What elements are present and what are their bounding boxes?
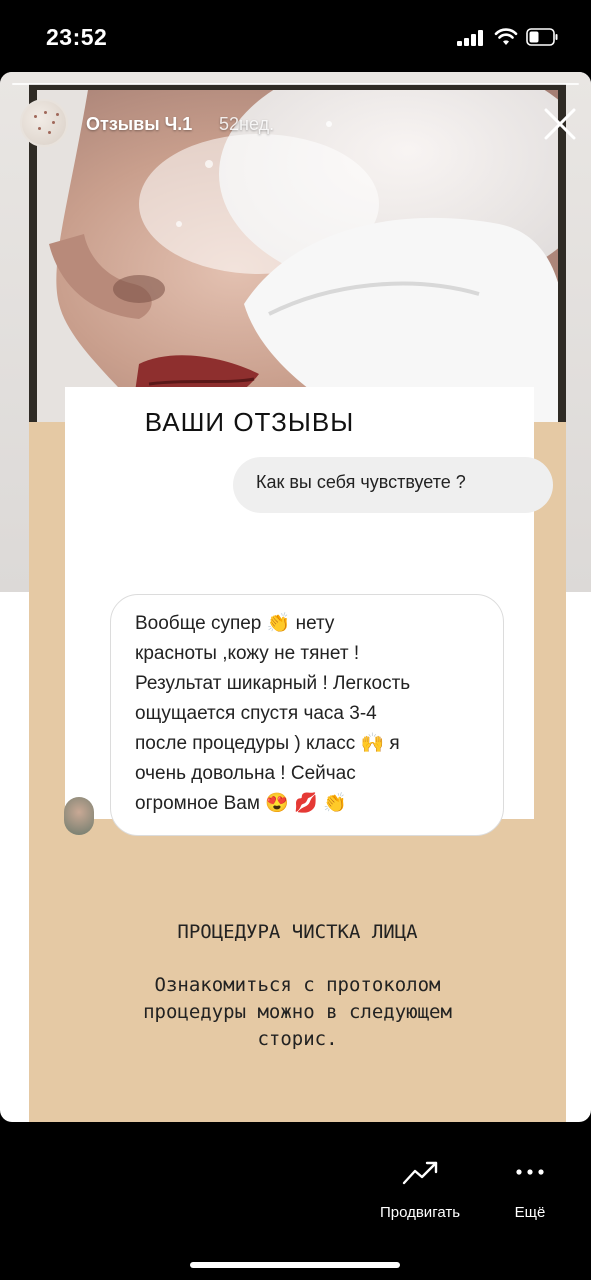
answer-line: красноты ,кожу не тянет ! [135,643,360,664]
more-label: Ещё [514,1204,546,1221]
profile-avatar[interactable] [20,99,68,147]
trend-up-icon [402,1161,438,1185]
wifi-icon [494,28,518,45]
story-progress-bar [12,83,579,85]
story-title[interactable]: Отзывы Ч.1 [86,114,192,135]
answer-line: после процедуры ) класс 🙌 я [135,733,400,754]
answer-line: Вообще супер 👏 нету [135,613,335,634]
reviewer-avatar [64,797,94,835]
answer-bubble: Вообще супер 👏 нету красноты ,кожу не тя… [110,594,504,836]
battery-icon [526,28,558,46]
answer-line: Результат шикарный ! Легкость [135,673,411,694]
story-toolbar: Продвигать Ещё [0,1122,591,1280]
signal-icon [457,30,485,46]
procedure-line: Ознакомиться с протоколом [154,974,441,996]
answer-line: огромное Вам 😍 💋 👏 [135,793,347,814]
close-icon[interactable] [540,104,580,144]
home-indicator[interactable] [190,1262,400,1268]
status-time: 23:52 [46,24,108,50]
procedure-title: ПРОЦЕДУРА ЧИСТКА ЛИЦА [177,921,418,943]
reviews-heading: ВАШИ ОТЗЫВЫ [144,407,355,437]
question-bubble: Как вы себя чувствуете ? [233,457,553,513]
procedure-line: процедуры можно в следующем [143,1001,452,1023]
answer-line: очень довольна ! Сейчас [135,763,356,784]
panel-title-wrap: ВАШИ ОТЗЫВЫ [65,407,534,438]
procedure-line: сторис. [257,1028,338,1050]
answer-line: ощущается спустя часа 3-4 [135,703,377,724]
story-age: 52нед. [219,114,275,134]
status-bar: 23:52 [0,0,591,72]
more-button[interactable]: Ещё [500,1152,560,1221]
promote-label: Продвигать [379,1204,461,1221]
promote-button[interactable]: Продвигать [360,1152,480,1221]
procedure-text: Ознакомиться с протоколом процедуры можн… [29,972,566,1053]
more-icon [516,1169,544,1175]
